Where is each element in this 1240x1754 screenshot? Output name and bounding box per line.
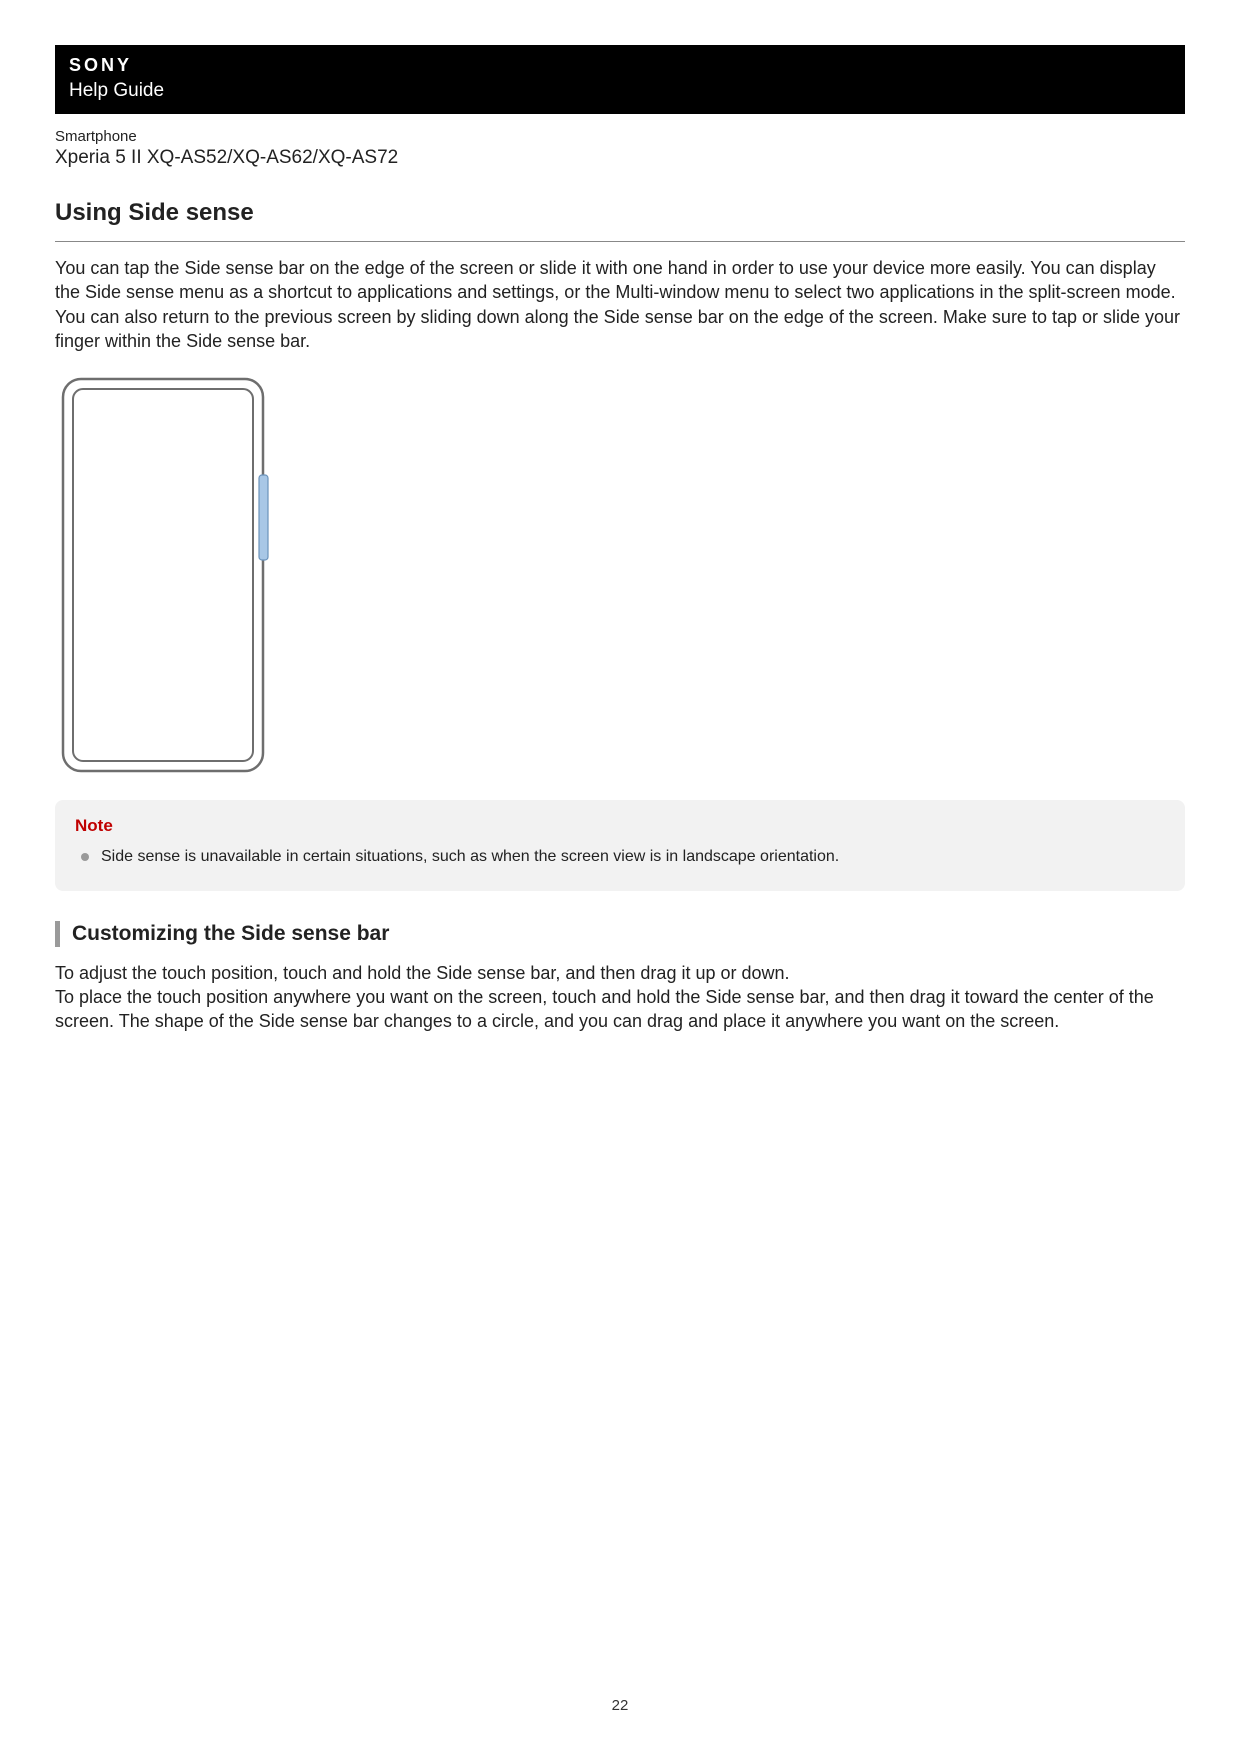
title-divider: [55, 241, 1185, 242]
note-box: Note Side sense is unavailable in certai…: [55, 800, 1185, 890]
intro-paragraph: You can tap the Side sense bar on the ed…: [55, 256, 1185, 353]
section-heading: Customizing the Side sense bar: [55, 921, 1185, 947]
section-title: Customizing the Side sense bar: [72, 922, 389, 946]
page-title: Using Side sense: [55, 199, 1185, 227]
phone-illustration: [59, 375, 1185, 780]
section-body: To adjust the touch position, touch and …: [55, 961, 1185, 1034]
note-item: Side sense is unavailable in certain sit…: [81, 846, 1165, 868]
device-block: Smartphone Xperia 5 II XQ-AS52/XQ-AS62/X…: [55, 128, 1185, 169]
device-model: Xperia 5 II XQ-AS52/XQ-AS62/XQ-AS72: [55, 147, 1185, 169]
note-list: Side sense is unavailable in certain sit…: [75, 846, 1165, 868]
section-bar-icon: [55, 921, 60, 947]
help-guide-label: Help Guide: [69, 80, 1171, 102]
page-number: 22: [0, 1697, 1240, 1714]
note-label: Note: [75, 816, 1165, 836]
header-bar: SONY Help Guide: [55, 45, 1185, 114]
brand-logo: SONY: [69, 55, 1171, 76]
device-category: Smartphone: [55, 128, 1185, 145]
